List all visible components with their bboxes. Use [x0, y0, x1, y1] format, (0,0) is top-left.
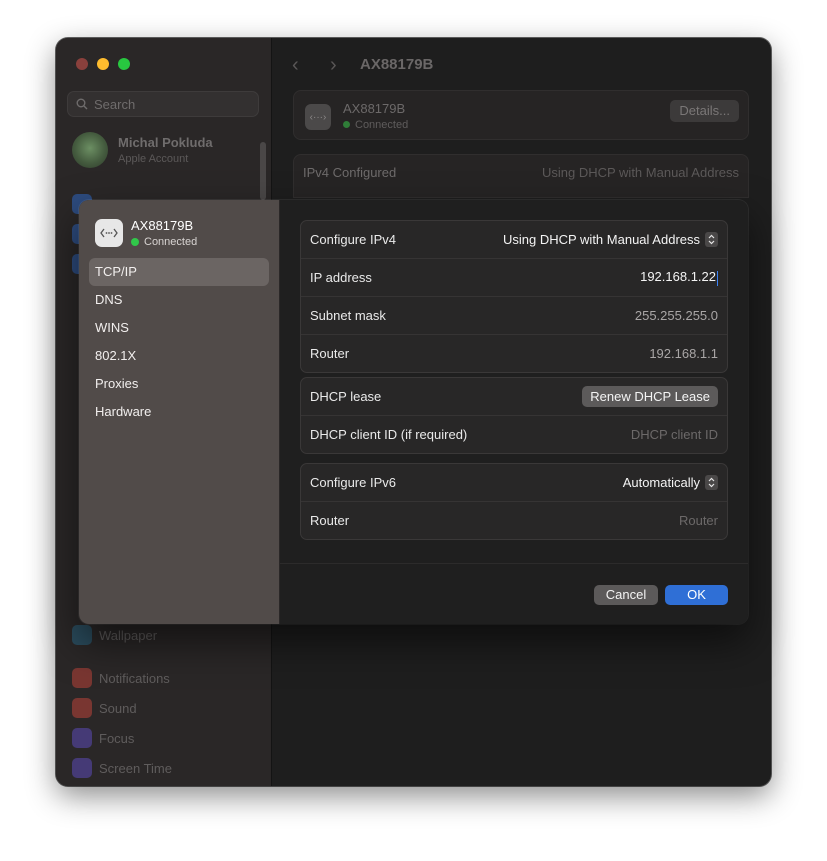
- back-chevron-icon[interactable]: ‹: [292, 54, 299, 77]
- sidebar-item-sound[interactable]: Sound: [72, 698, 137, 718]
- subnet-mask-row: Subnet mask 255.255.255.0: [301, 296, 727, 334]
- details-button[interactable]: Details...: [670, 100, 739, 122]
- ip-address-value: 192.168.1.22: [640, 269, 716, 285]
- sidebar-item-focus[interactable]: Focus: [72, 728, 134, 748]
- router-row: Router 192.168.1.1: [301, 334, 727, 372]
- sidebar-item-screen-time[interactable]: Screen Time: [72, 758, 172, 778]
- subnet-mask-field[interactable]: 255.255.255.0: [635, 308, 718, 323]
- dialog-device-status-text: Connected: [144, 236, 198, 248]
- ipv4-configured-label: IPv4 Configured: [303, 165, 397, 180]
- sidebar-item-label: Focus: [99, 730, 135, 746]
- page-title: AX88179B: [360, 56, 434, 73]
- status-dot-icon: [343, 121, 350, 128]
- configure-ipv6-label: Configure IPv6: [310, 475, 396, 490]
- ipv6-settings-group: Configure IPv6 Automatically Router Rout…: [300, 463, 728, 540]
- ok-button[interactable]: OK: [665, 585, 728, 605]
- subnet-mask-label: Subnet mask: [310, 308, 386, 323]
- menu-item-dns[interactable]: DNS: [89, 286, 269, 314]
- device-name: AX88179B: [343, 101, 406, 116]
- configure-ipv4-row: Configure IPv4 Using DHCP with Manual Ad…: [301, 221, 727, 258]
- ethernet-icon: [95, 219, 123, 247]
- sidebar-item-wallpaper[interactable]: Wallpaper: [72, 625, 157, 645]
- network-details-dialog: AX88179B Connected TCP/IP DNS WINS 802.1…: [79, 200, 748, 624]
- sidebar-item-notifications[interactable]: Notifications: [72, 668, 170, 688]
- sidebar-item-label: Screen Time: [99, 760, 172, 776]
- ethernet-icon: ‹···›: [305, 104, 331, 130]
- renew-dhcp-lease-button[interactable]: Renew DHCP Lease: [582, 386, 718, 407]
- popup-chevron-icon: [705, 475, 718, 490]
- hourglass-icon: [72, 758, 92, 778]
- configure-ipv4-value: Using DHCP with Manual Address: [502, 232, 700, 247]
- cancel-button[interactable]: Cancel: [594, 585, 658, 605]
- configure-ipv4-label: Configure IPv4: [310, 232, 396, 247]
- forward-chevron-icon[interactable]: ›: [330, 54, 337, 77]
- dhcp-client-id-row: DHCP client ID (if required) DHCP client…: [301, 415, 727, 453]
- ipv4-configured-value: Using DHCP with Manual Address: [541, 165, 739, 180]
- dialog-footer-divider: [280, 563, 748, 564]
- dialog-content: Configure IPv4 Using DHCP with Manual Ad…: [280, 200, 748, 624]
- moon-icon: [72, 728, 92, 748]
- dialog-device-name: AX88179B: [131, 218, 194, 233]
- ipv6-router-field[interactable]: Router: [679, 513, 718, 528]
- bell-icon: [72, 668, 92, 688]
- sidebar-item-label: Wallpaper: [99, 627, 158, 643]
- ipv6-router-row: Router Router: [301, 501, 727, 539]
- wallpaper-icon: [72, 625, 92, 645]
- search-icon: [76, 98, 88, 110]
- minimize-window-button[interactable]: [97, 58, 109, 70]
- speaker-icon: [72, 698, 92, 718]
- ip-address-row: IP address 192.168.1.22: [301, 258, 727, 296]
- dialog-device-header: AX88179B Connected: [95, 218, 197, 248]
- dhcp-client-id-field[interactable]: DHCP client ID: [631, 427, 718, 442]
- status-dot-icon: [131, 238, 139, 246]
- router-label: Router: [310, 346, 350, 361]
- ipv4-settings-group: Configure IPv4 Using DHCP with Manual Ad…: [300, 220, 728, 373]
- ipv6-router-label: Router: [310, 513, 350, 528]
- dhcp-lease-label: DHCP lease: [310, 389, 382, 404]
- window-controls: [76, 58, 130, 70]
- device-status-text: Connected: [355, 119, 409, 131]
- sidebar-item-label: Sound: [99, 700, 137, 716]
- configure-ipv6-value: Automatically: [622, 475, 700, 490]
- text-cursor: [717, 270, 718, 286]
- menu-item-hardware[interactable]: Hardware: [89, 398, 269, 426]
- device-card: ‹···› AX88179B Connected Details...: [293, 90, 749, 140]
- menu-item-wins[interactable]: WINS: [89, 314, 269, 342]
- apple-account-item[interactable]: Michal Pokluda Apple Account: [72, 132, 213, 168]
- ethernet-glyph-icon: [100, 228, 118, 238]
- dhcp-client-id-label: DHCP client ID (if required): [310, 427, 468, 442]
- device-status: Connected: [343, 119, 408, 131]
- sidebar-item-label: Notifications: [99, 670, 170, 686]
- account-name: Michal Pokluda: [118, 135, 213, 150]
- configure-ipv6-row: Configure IPv6 Automatically: [301, 464, 727, 501]
- ipv4-summary-row: IPv4 Configured Using DHCP with Manual A…: [293, 154, 749, 198]
- dialog-sidebar: AX88179B Connected TCP/IP DNS WINS 802.1…: [79, 200, 280, 624]
- account-subtitle: Apple Account: [118, 153, 189, 165]
- dhcp-lease-row: DHCP lease Renew DHCP Lease: [301, 378, 727, 415]
- menu-item-proxies[interactable]: Proxies: [89, 370, 269, 398]
- router-field[interactable]: 192.168.1.1: [649, 346, 718, 361]
- dialog-menu: TCP/IP DNS WINS 802.1X Proxies Hardware: [89, 258, 269, 426]
- configure-ipv6-popup[interactable]: Automatically: [623, 475, 718, 490]
- dhcp-settings-group: DHCP lease Renew DHCP Lease DHCP client …: [300, 377, 728, 454]
- ip-address-label: IP address: [310, 270, 372, 285]
- avatar: [72, 132, 108, 168]
- close-window-button[interactable]: [76, 58, 88, 70]
- menu-item-tcp-ip[interactable]: TCP/IP: [89, 258, 269, 286]
- popup-chevron-icon: [705, 232, 718, 247]
- dialog-device-status: Connected: [131, 236, 197, 248]
- search-placeholder: Search: [94, 96, 136, 112]
- menu-item-802-1x[interactable]: 802.1X: [89, 342, 269, 370]
- zoom-window-button[interactable]: [118, 58, 130, 70]
- configure-ipv4-popup[interactable]: Using DHCP with Manual Address: [503, 232, 718, 247]
- ip-address-field[interactable]: 192.168.1.22: [640, 269, 718, 286]
- sidebar-search-field[interactable]: Search: [67, 91, 259, 117]
- sidebar-scrollbar[interactable]: [260, 142, 266, 200]
